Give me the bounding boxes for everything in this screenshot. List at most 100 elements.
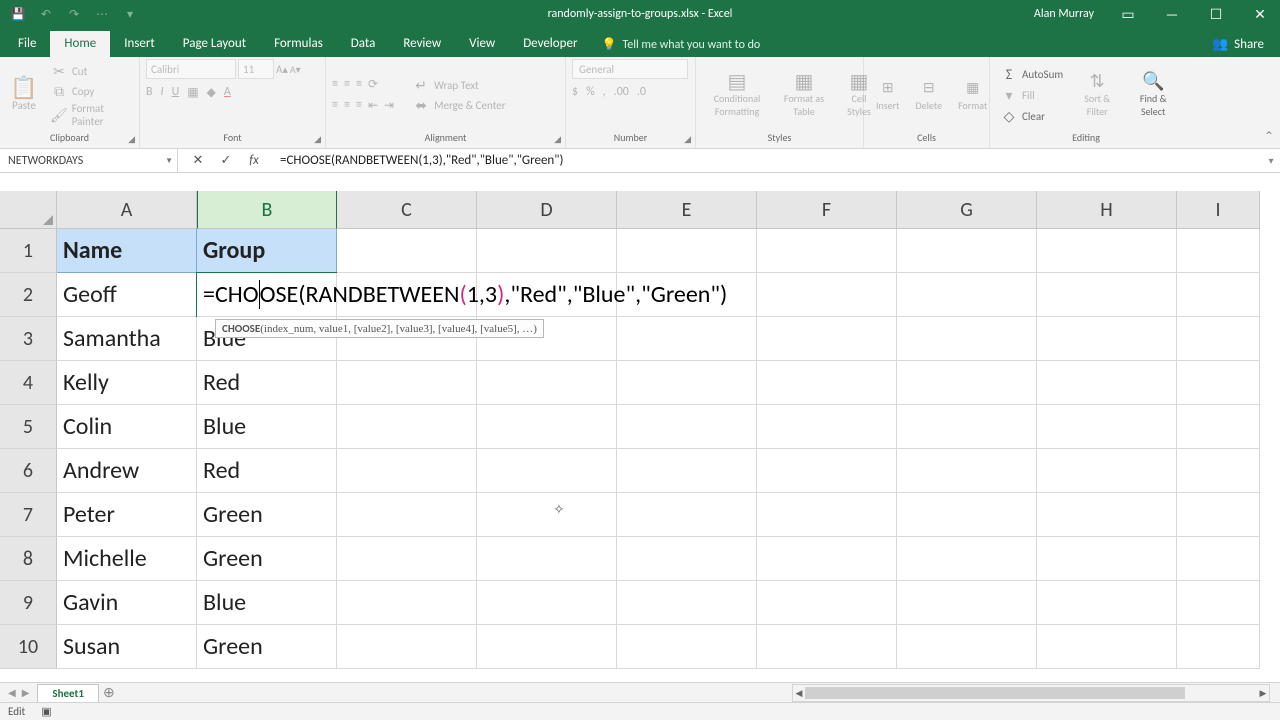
cell-I9[interactable] [1177,581,1260,625]
tab-pagelayout[interactable]: Page Layout [169,31,260,57]
border-button[interactable]: ▦ [187,85,198,100]
cell-G5[interactable] [897,405,1037,449]
cell-D5[interactable] [477,405,617,449]
select-all-corner[interactable] [0,191,57,229]
col-header-B[interactable]: B [197,191,337,229]
cell-B1[interactable]: Group [197,229,337,273]
cell-A3[interactable]: Samantha [57,317,197,361]
cell-C4[interactable] [337,361,477,405]
percent-icon[interactable]: % [586,85,595,99]
find-select-button[interactable]: 🔍Find & Select [1127,70,1179,120]
cell-G3[interactable] [897,317,1037,361]
cell-E5[interactable] [617,405,757,449]
cell-B7[interactable]: Green [197,493,337,537]
cell-F1[interactable] [757,229,897,273]
formula-input[interactable]: =CHOOSE(RANDBETWEEN(1,3),"Red","Blue","G… [274,149,1262,172]
row-header-2[interactable]: 2 [0,273,57,317]
sort-filter-button[interactable]: ⇅Sort & Filter [1071,70,1123,120]
cell-B10[interactable]: Green [197,625,337,669]
cell-F7[interactable] [757,493,897,537]
cell-A8[interactable]: Michelle [57,537,197,581]
cancel-formula-button[interactable]: ✕ [184,153,212,168]
cell-H9[interactable] [1037,581,1177,625]
cell-F8[interactable] [757,537,897,581]
format-painter-button[interactable]: 🖌Format Painter [46,101,133,129]
cell-I6[interactable] [1177,449,1260,493]
cell-A2[interactable]: Geoff [57,273,197,317]
tab-review[interactable]: Review [389,31,455,57]
clear-button[interactable]: ◇Clear [996,106,1067,126]
fill-color-button[interactable]: ◆ [207,85,216,100]
cell-H10[interactable] [1037,625,1177,669]
col-header-G[interactable]: G [897,191,1037,229]
row-header-7[interactable]: 7 [0,493,57,537]
cell-G7[interactable] [897,493,1037,537]
dialog-launcher-icon[interactable]: ◢ [128,134,135,145]
cell-A5[interactable]: Colin [57,405,197,449]
align-left-icon[interactable]: ≡ [332,98,338,113]
row-header-3[interactable]: 3 [0,317,57,361]
cell-E9[interactable] [617,581,757,625]
paste-button[interactable]: 📋 Paste [6,77,42,114]
scroll-thumb[interactable] [805,687,1185,699]
cell-I7[interactable] [1177,493,1260,537]
cell-G9[interactable] [897,581,1037,625]
expand-formula-icon[interactable]: ▾ [1262,149,1280,172]
sheet-nav-prev-icon[interactable]: ◀ [8,686,16,699]
orientation-icon[interactable]: ⟳ [368,77,378,92]
merge-button[interactable]: ⬌Merge & Center [408,95,510,115]
tab-view[interactable]: View [455,31,509,57]
cell-B5[interactable]: Blue [197,405,337,449]
tab-file[interactable]: File [4,31,50,57]
chevron-down-icon[interactable]: ▼ [165,156,173,166]
cell-F10[interactable] [757,625,897,669]
copy-button[interactable]: ⧉Copy [46,81,133,101]
wrap-text-button[interactable]: ↵Wrap Text [408,75,510,95]
col-header-A[interactable]: A [57,191,197,229]
col-header-H[interactable]: H [1037,191,1177,229]
share-button[interactable]: 👥Share [1200,32,1276,57]
align-bottom-icon[interactable]: ≡ [356,77,362,92]
cell-E10[interactable] [617,625,757,669]
cell-G2[interactable] [897,273,1037,317]
tellme[interactable]: 💡Tell me what you want to do [591,32,770,57]
format-cells-button[interactable]: ▦Format [952,77,993,114]
cell-I8[interactable] [1177,537,1260,581]
cell-C5[interactable] [337,405,477,449]
number-format-select[interactable]: General [572,59,688,79]
cell-E8[interactable] [617,537,757,581]
cell-C6[interactable] [337,449,477,493]
bold-button[interactable]: B [146,85,153,100]
cell-E6[interactable] [617,449,757,493]
delete-cells-button[interactable]: ⊟Delete [910,77,949,114]
cell-B9[interactable]: Blue [197,581,337,625]
fx-icon[interactable]: fx [240,153,268,168]
col-header-F[interactable]: F [757,191,897,229]
cell-F3[interactable] [757,317,897,361]
cell-E4[interactable] [617,361,757,405]
cell-C9[interactable] [337,581,477,625]
user-name[interactable]: Alan Murray [1024,7,1104,21]
cell-H7[interactable] [1037,493,1177,537]
cell-D9[interactable] [477,581,617,625]
cell-A7[interactable]: Peter [57,493,197,537]
cell-F9[interactable] [757,581,897,625]
row-header-4[interactable]: 4 [0,361,57,405]
sheet-tab-sheet1[interactable]: Sheet1 [37,684,99,702]
minimize-icon[interactable]: — [1152,0,1192,28]
insert-cells-button[interactable]: ⊞Insert [870,77,906,114]
align-center-icon[interactable]: ≡ [344,98,350,113]
cell-I4[interactable] [1177,361,1260,405]
new-sheet-button[interactable]: ⊕ [99,683,119,703]
font-size-select[interactable]: 11 [238,59,274,79]
cell-B6[interactable]: Red [197,449,337,493]
name-box[interactable]: NETWORKDAYS▼ [0,149,178,172]
cell-H8[interactable] [1037,537,1177,581]
font-color-button[interactable]: A [224,85,231,100]
cell-G8[interactable] [897,537,1037,581]
redo-icon[interactable]: ↷ [60,0,88,28]
italic-button[interactable]: I [161,85,164,100]
cell-E3[interactable] [617,317,757,361]
save-icon[interactable]: 💾 [4,0,32,28]
cell-D10[interactable] [477,625,617,669]
